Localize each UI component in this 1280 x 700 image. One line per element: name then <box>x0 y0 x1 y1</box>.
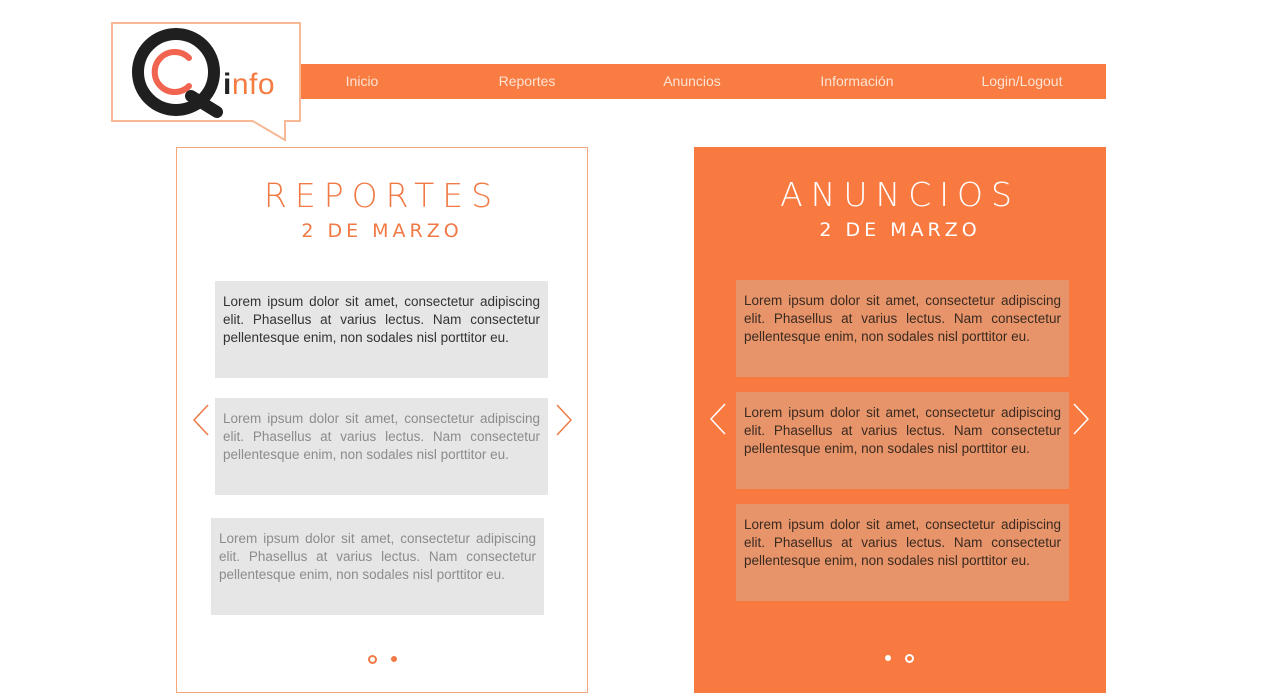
pagination-dot-active[interactable] <box>391 656 397 662</box>
nav-item-inicio[interactable]: Inicio <box>302 64 422 99</box>
logo[interactable]: info <box>111 22 301 122</box>
reportes-panel: REPORTES 2 DE MARZO Lorem ipsum dolor si… <box>176 147 588 693</box>
anuncios-card[interactable]: Lorem ipsum dolor sit amet, consectetur … <box>736 504 1069 601</box>
nav-item-anuncios[interactable]: Anuncios <box>632 64 752 99</box>
anuncios-card[interactable]: Lorem ipsum dolor sit amet, consectetur … <box>736 392 1069 489</box>
anuncios-pagination <box>694 653 1106 665</box>
nav-item-informacion[interactable]: Información <box>797 64 917 99</box>
reportes-card[interactable]: Lorem ipsum dolor sit amet, consectetur … <box>211 518 544 615</box>
chevron-left-icon[interactable] <box>191 403 211 437</box>
chevron-right-icon[interactable] <box>554 403 574 437</box>
nav-item-reportes[interactable]: Reportes <box>467 64 587 99</box>
reportes-card[interactable]: Lorem ipsum dolor sit amet, consectetur … <box>215 281 548 378</box>
logo-speech-tail <box>251 120 286 142</box>
reportes-title: REPORTES <box>263 176 501 215</box>
nav-item-login-logout[interactable]: Login/Logout <box>962 64 1082 99</box>
anuncios-card[interactable]: Lorem ipsum dolor sit amet, consectetur … <box>736 280 1069 377</box>
chevron-right-icon[interactable] <box>1071 402 1091 436</box>
logo-text: info <box>223 68 276 101</box>
reportes-pagination <box>177 654 587 666</box>
main-nav: Inicio Reportes Anuncios Información Log… <box>280 64 1106 99</box>
reportes-date: 2 DE MARZO <box>301 220 463 242</box>
anuncios-panel: ANUNCIOS 2 DE MARZO Lorem ipsum dolor si… <box>694 147 1106 693</box>
anuncios-title: ANUNCIOS <box>780 175 1020 214</box>
reportes-card[interactable]: Lorem ipsum dolor sit amet, consectetur … <box>215 398 548 495</box>
chevron-left-icon[interactable] <box>708 402 728 436</box>
pagination-dot-active[interactable] <box>885 655 891 661</box>
pagination-dot[interactable] <box>905 654 914 663</box>
anuncios-date: 2 DE MARZO <box>819 219 981 241</box>
pagination-dot[interactable] <box>368 655 377 664</box>
